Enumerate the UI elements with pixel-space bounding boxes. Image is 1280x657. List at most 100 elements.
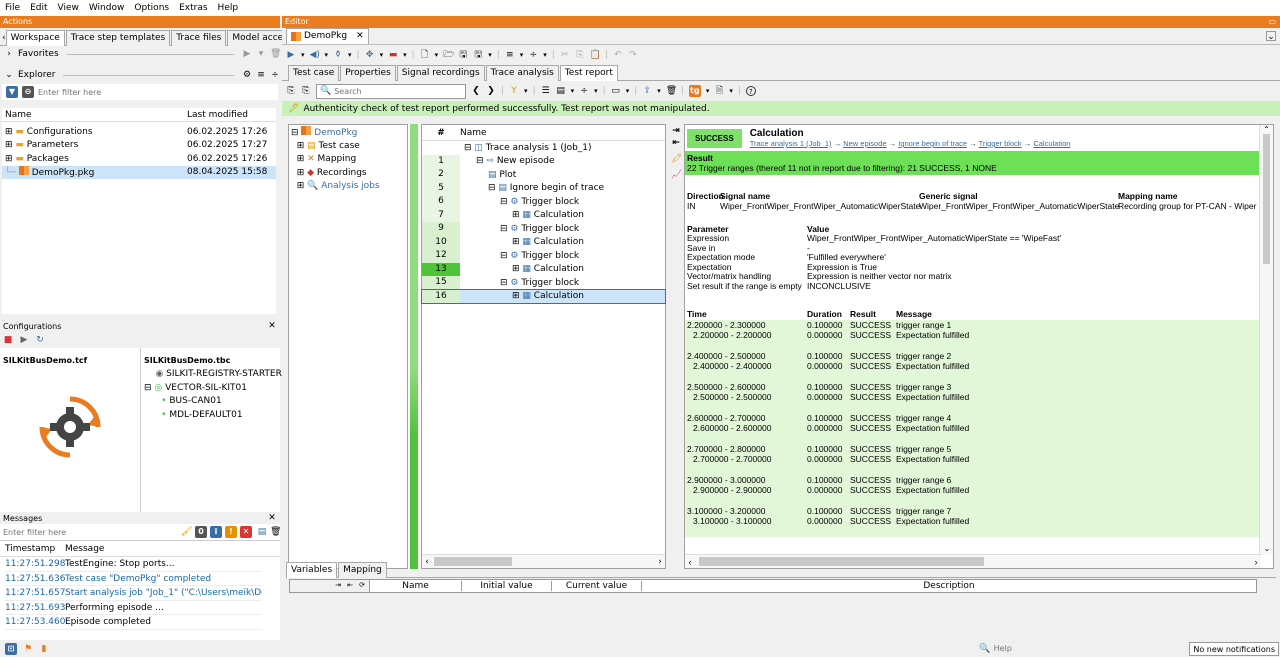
expand-icon[interactable]: ⊟ — [500, 224, 510, 234]
message-row[interactable]: 11:27:51.657Start analysis job "Job_1" (… — [5, 586, 262, 601]
explorer-row[interactable]: ⊞ ▬ Packages 06.02.2025 17:26 — [2, 152, 276, 166]
copy-icon[interactable]: ⎘ — [286, 86, 296, 96]
scroll-down-icon[interactable]: ⌄ — [1260, 544, 1273, 553]
tree-demopkg[interactable]: ⊟ DemoPkg — [291, 126, 405, 140]
col-name[interactable]: Name — [2, 110, 187, 120]
grid-row[interactable]: 7 ⊞ ▦ Calculation — [422, 208, 665, 222]
prev-icon[interactable]: ❮ — [471, 86, 481, 96]
subtab-signal-recordings[interactable]: Signal recordings — [396, 64, 485, 81]
menu-window[interactable]: Window — [89, 3, 125, 13]
menu-view[interactable]: View — [58, 3, 79, 13]
tab-model-access[interactable]: Model acce — [227, 29, 289, 46]
menu-file[interactable]: File — [5, 3, 20, 13]
debug-filter-icon[interactable]: 0 — [195, 526, 207, 538]
save-icon[interactable]: 🖫 — [458, 50, 468, 60]
trash-icon[interactable]: 🗑 — [270, 49, 281, 59]
expand-icon[interactable]: ⊞ — [512, 291, 522, 301]
node-mdl-default[interactable]: • MDL-DEFAULT01 — [144, 409, 288, 423]
gear-icon[interactable]: ⚙ — [242, 70, 252, 80]
grid-row[interactable]: 6 ⊟ ⚙ Trigger block — [422, 195, 665, 209]
split-icon[interactable]: ÷ — [270, 70, 280, 80]
document-icon[interactable]: 🗎 — [714, 86, 724, 96]
breadcrumb-link[interactable]: Trace analysis 1 (Job_1) — [750, 139, 832, 148]
paste-icon[interactable]: ⎘ — [301, 86, 311, 96]
expand-icon[interactable]: ⊟ — [500, 278, 510, 288]
info-filter-icon[interactable]: i — [210, 526, 222, 538]
menu-help[interactable]: Help — [218, 3, 239, 13]
col-current-value[interactable]: Current value — [552, 581, 642, 591]
subtab-test-case[interactable]: Test case — [288, 64, 340, 81]
open-icon[interactable]: 🗁 — [443, 50, 454, 60]
trash-icon[interactable]: 🗑 — [666, 86, 677, 96]
undo-icon[interactable]: ↶ — [613, 50, 623, 60]
subtab-properties[interactable]: Properties — [340, 64, 396, 81]
stop-icon[interactable]: ■ — [3, 335, 13, 345]
node-vector-sil-kit[interactable]: ⊟ ◎ VECTOR-SIL-KIT01 — [144, 382, 288, 396]
plugin-icon[interactable]: ✥ — [365, 50, 375, 60]
chevron-down-icon[interactable]: ⌄ — [1266, 31, 1276, 42]
collapse-icon[interactable]: ⌄ — [4, 70, 14, 80]
menu-options[interactable]: Options — [134, 3, 169, 13]
status-icon[interactable]: ⊡ — [5, 642, 17, 655]
broom-icon[interactable]: 🖌 — [181, 527, 192, 537]
expand-icon[interactable]: ⊞ — [512, 237, 522, 247]
copy-icon[interactable]: ▤ — [257, 527, 267, 537]
help-input[interactable] — [993, 644, 1174, 653]
save-as-icon[interactable]: 🖫 — [473, 50, 483, 60]
notifications-label[interactable]: No new notifications — [1189, 641, 1279, 656]
expand-icon[interactable]: ⊞ — [5, 154, 15, 164]
copy-icon[interactable]: ⎘ — [575, 50, 585, 60]
chart-icon[interactable]: 📈 — [671, 170, 682, 180]
tree-test-case[interactable]: ⊞ ▤ Test case — [291, 140, 405, 154]
expand-icon[interactable]: ⊞ — [512, 264, 522, 274]
grid-row[interactable]: 13 ⊞ ▦ Calculation — [422, 262, 665, 276]
signal-icon[interactable]: ◀) — [310, 50, 320, 60]
col-last-modified[interactable]: Last modified — [187, 110, 248, 120]
flask-icon[interactable]: ⚱ — [333, 50, 343, 60]
explorer-row[interactable]: ⊞ ▬ Configurations 06.02.2025 17:26 — [2, 125, 276, 139]
split-icon[interactable]: ÷ — [579, 86, 589, 96]
message-row[interactable]: 11:27:53.460Episode completed — [5, 615, 262, 630]
clear-filter-icon[interactable]: ⊖ — [22, 86, 34, 98]
node-bus-can[interactable]: • BUS-CAN01 — [144, 395, 288, 409]
redo-icon[interactable]: ↷ — [628, 50, 638, 60]
expand-icon[interactable]: ⊟ — [464, 143, 474, 153]
grid-col-number[interactable]: # — [422, 128, 460, 138]
tab-trace-step-templates[interactable]: Trace step templates — [65, 29, 171, 46]
vertical-scrollbar[interactable]: ⌃ ⌄ — [1259, 125, 1273, 555]
breadcrumb-link[interactable]: Ignore begin of trace — [898, 139, 967, 148]
report-icon[interactable]: tg — [688, 85, 701, 97]
menu-edit[interactable]: Edit — [30, 3, 47, 13]
run-icon[interactable]: ▶ — [286, 50, 296, 60]
close-icon[interactable]: ✕ — [267, 321, 277, 331]
explorer-row[interactable]: └─ DemoPkg.pkg 08.04.2025 15:58 — [2, 165, 276, 179]
subtab-test-report[interactable]: Test report — [559, 64, 618, 81]
expand-icon[interactable]: › — [4, 49, 14, 59]
expand-icon[interactable]: ⊞ — [5, 140, 15, 150]
import-icon[interactable]: ⇤ — [345, 580, 355, 590]
grid-row[interactable]: 2 ▤ Plot — [422, 168, 665, 182]
close-icon[interactable]: ✕ — [356, 29, 364, 44]
marker-icon[interactable]: 🖍 — [671, 154, 682, 164]
col-message[interactable]: Message — [65, 544, 104, 554]
expand-icon[interactable]: ⊞ — [512, 210, 522, 220]
menu-extras[interactable]: Extras — [179, 3, 207, 13]
grid-row[interactable]: 5 ⊟ ▤ Ignore begin of trace — [422, 181, 665, 195]
trash-icon[interactable]: 🗑 — [270, 527, 281, 537]
error-filter-icon[interactable]: ✕ — [240, 526, 252, 538]
last-icon[interactable]: ⇤ — [671, 138, 681, 148]
scroll-up-icon[interactable]: ⌃ — [1260, 125, 1273, 134]
next-icon[interactable]: ❯ — [486, 86, 496, 96]
paste-icon[interactable]: 📋 — [590, 50, 601, 60]
cut-icon[interactable]: ✂ — [560, 50, 570, 60]
flag-icon[interactable]: ▬ — [388, 50, 398, 60]
expand-icon[interactable]: ⊟ — [488, 183, 498, 193]
new-file-icon[interactable]: 🗋 — [420, 50, 430, 60]
grid-row[interactable]: 15 ⊟ ⚙ Trigger block — [422, 276, 665, 290]
tree-mapping[interactable]: ⊞ ✕ Mapping — [291, 153, 405, 167]
push-icon[interactable]: ⇥ — [333, 580, 343, 590]
expand-icon[interactable]: ⊟ — [500, 197, 510, 207]
col-var-name[interactable]: Name — [370, 581, 462, 591]
tab-variables[interactable]: Variables — [286, 562, 338, 578]
grid-row[interactable]: 10 ⊞ ▦ Calculation — [422, 235, 665, 249]
